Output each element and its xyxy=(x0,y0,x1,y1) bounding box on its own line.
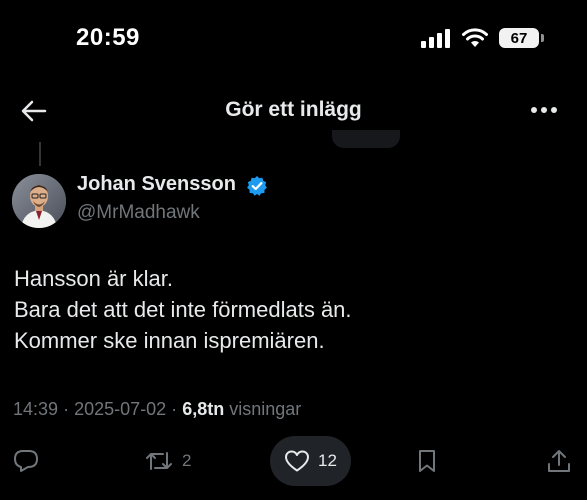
tweet-line: Hansson är klar. xyxy=(14,266,173,291)
tweet-meta: 14:39 · 2025-07-02 · 6,8tn visningar xyxy=(13,399,301,420)
battery-icon: 67 xyxy=(499,28,544,48)
bookmark-button[interactable] xyxy=(416,436,438,486)
nav-bar: Gör ett inlägg xyxy=(0,88,587,134)
verified-badge-icon xyxy=(247,176,267,196)
author-avatar[interactable] xyxy=(12,174,66,228)
retweet-count: 2 xyxy=(182,451,192,470)
tweet-line: Bara det att det inte förmedlats än. xyxy=(14,297,352,322)
meta-separator: · xyxy=(171,399,178,419)
page-title: Gör ett inlägg xyxy=(225,98,362,121)
battery-level: 67 xyxy=(510,29,528,47)
avatar-photo xyxy=(12,174,66,228)
status-bar: 20:59 67 xyxy=(0,0,587,80)
cellular-signal-icon xyxy=(421,29,450,48)
bookmark-icon xyxy=(419,450,435,472)
share-button[interactable] xyxy=(546,436,572,486)
share-icon xyxy=(548,450,570,472)
tweet-line: Kommer ske innan ispremiären. xyxy=(14,328,325,353)
hidden-reply-pill xyxy=(332,130,400,148)
retweet-icon xyxy=(146,452,172,470)
wifi-icon xyxy=(462,28,488,47)
views-count[interactable]: 6,8tn xyxy=(182,399,224,419)
status-icons: 67 xyxy=(421,28,544,48)
tweet-text: Hansson är klar. Bara det att det inte f… xyxy=(14,263,352,356)
post-date[interactable]: 2025-07-02 xyxy=(74,399,166,419)
reply-button[interactable] xyxy=(12,436,40,486)
thread-connector-line xyxy=(39,142,41,166)
more-dots-icon xyxy=(531,107,557,113)
views-label: visningar xyxy=(229,399,302,419)
author-name[interactable]: Johan Svensson xyxy=(77,173,236,196)
meta-separator: · xyxy=(63,399,70,419)
reply-icon xyxy=(14,450,38,472)
post-time[interactable]: 14:39 xyxy=(13,399,58,419)
like-count: 12 xyxy=(318,451,337,470)
status-time: 20:59 xyxy=(76,24,140,51)
retweet-button[interactable]: 2 xyxy=(144,436,191,486)
heart-icon xyxy=(285,450,309,472)
action-bar: 2 12 xyxy=(0,436,587,486)
like-button[interactable]: 12 xyxy=(270,436,351,486)
more-options-button[interactable] xyxy=(529,100,559,120)
author-handle[interactable]: @MrMadhawk xyxy=(77,202,200,224)
